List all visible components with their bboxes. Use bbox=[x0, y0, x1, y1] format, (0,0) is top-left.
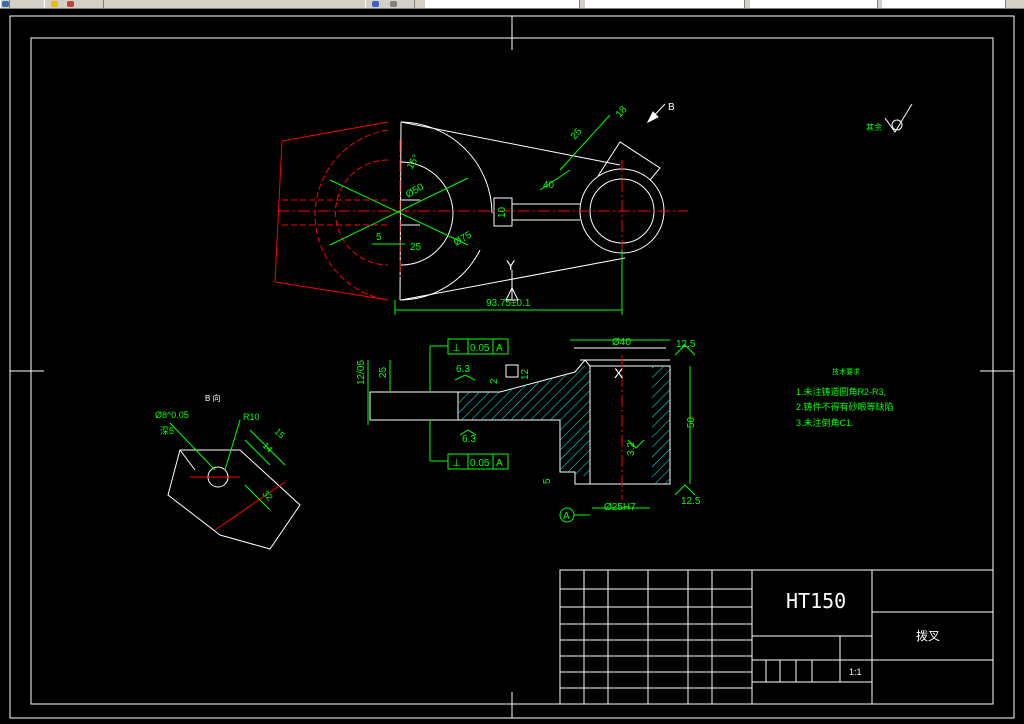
dim-b-r10: R10 bbox=[243, 412, 260, 422]
dim-sec-2: 2 bbox=[489, 378, 500, 384]
b-view-title: B 向 bbox=[205, 393, 221, 403]
gdt2-datum: A bbox=[496, 458, 503, 469]
roughness-note-text: 其余 bbox=[866, 122, 882, 132]
dim-top-25: 25 bbox=[410, 242, 422, 253]
dim-sec-50: 50 bbox=[686, 416, 697, 428]
dim-top-40: 40 bbox=[543, 180, 555, 191]
title-block-part-name: 拨叉 bbox=[916, 629, 940, 643]
gdt2-value: 0.05 bbox=[470, 458, 490, 469]
layer-control-button[interactable] bbox=[44, 0, 104, 8]
roughness-6.3b: 6.3 bbox=[462, 434, 476, 445]
top-view: 15° Ø50 Ø75 5 25 10 40 25 18 93.75±0.1 B… bbox=[274, 102, 688, 315]
roughness-12.5a: 12.5 bbox=[676, 339, 696, 350]
dim-b-dia8: Ø8^0.05 bbox=[155, 410, 189, 420]
linetype-dropdown[interactable] bbox=[750, 0, 878, 8]
view-b-arrow-label: B bbox=[668, 102, 675, 113]
dim-sec-25: 25 bbox=[378, 366, 389, 378]
color-dropdown[interactable] bbox=[585, 0, 745, 8]
dim-top-18: 18 bbox=[614, 104, 630, 120]
gdt1-value: 0.05 bbox=[470, 343, 490, 354]
app-icon bbox=[2, 1, 9, 7]
roughness-note: 其余 bbox=[866, 103, 913, 133]
dim-top-15deg: 15° bbox=[405, 153, 422, 172]
view-x-label: X bbox=[614, 365, 624, 381]
dim-sec-12b: 12 bbox=[520, 368, 531, 380]
lineweight-dropdown[interactable] bbox=[882, 0, 1006, 8]
roughness-6.3a: 6.3 bbox=[456, 364, 470, 375]
roughness-12.5b: 12.5 bbox=[681, 496, 701, 507]
color-icon bbox=[67, 1, 74, 7]
cad-drawing-canvas[interactable]: 15° Ø50 Ø75 5 25 10 40 25 18 93.75±0.1 B… bbox=[0, 9, 1024, 724]
dim-top-10: 10 bbox=[497, 206, 508, 218]
tech-req-title: 技术要求 bbox=[832, 367, 860, 376]
tech-req-item-1: 1.未注铸造圆角R2-R3, bbox=[796, 386, 886, 397]
title-block-scale: 1:1 bbox=[849, 667, 862, 677]
datum-a-label: A bbox=[563, 511, 570, 522]
properties-button[interactable] bbox=[365, 0, 415, 8]
section-view: ⊥ 0.05 A ⊥ 0.05 A 12/05 25 6.3 6.3 2 12 … bbox=[356, 337, 701, 523]
b-view: B 向 Ø8^0.05 深5 R10 15 14 32 bbox=[155, 393, 301, 550]
dim-sec-dia25: Ø25H7 bbox=[604, 502, 636, 513]
gdt2-symbol: ⊥ bbox=[452, 458, 461, 469]
dim-sec-dia40: Ø40 bbox=[612, 337, 631, 348]
linetype-icon bbox=[372, 1, 379, 7]
layer-dropdown[interactable] bbox=[425, 0, 580, 8]
dim-sec-12: 12/05 bbox=[356, 360, 367, 385]
app-menu-button[interactable] bbox=[0, 0, 10, 8]
dim-b-15: 15 bbox=[273, 426, 287, 440]
dim-top-5: 5 bbox=[376, 232, 382, 243]
drawing-frame bbox=[9, 15, 1015, 719]
roughness-3.2: 3.2 bbox=[626, 442, 637, 456]
dim-sec-5: 5 bbox=[542, 478, 553, 484]
dim-top-25b: 25 bbox=[569, 126, 585, 142]
lineweight-icon bbox=[390, 1, 397, 7]
view-y-label: Y bbox=[506, 257, 516, 273]
tech-req-item-3: 3.未注倒角C1. bbox=[796, 417, 854, 428]
title-block-material: HT150 bbox=[786, 589, 846, 613]
gdt1-datum: A bbox=[496, 343, 503, 354]
layer-icon bbox=[51, 1, 58, 7]
cad-toolbar bbox=[0, 0, 1024, 9]
tech-requirements: 技术要求 1.未注铸造圆角R2-R3, 2.铸件不得有砂眼等缺陷 3.未注倒角C… bbox=[796, 367, 894, 428]
dim-b-deep5: 深5 bbox=[160, 426, 174, 436]
dim-top-dia75: Ø75 bbox=[452, 229, 474, 248]
gdt1-symbol: ⊥ bbox=[452, 343, 461, 354]
dim-top-dia50: Ø50 bbox=[404, 181, 426, 200]
tech-req-item-2: 2.铸件不得有砂眼等缺陷 bbox=[796, 401, 894, 412]
